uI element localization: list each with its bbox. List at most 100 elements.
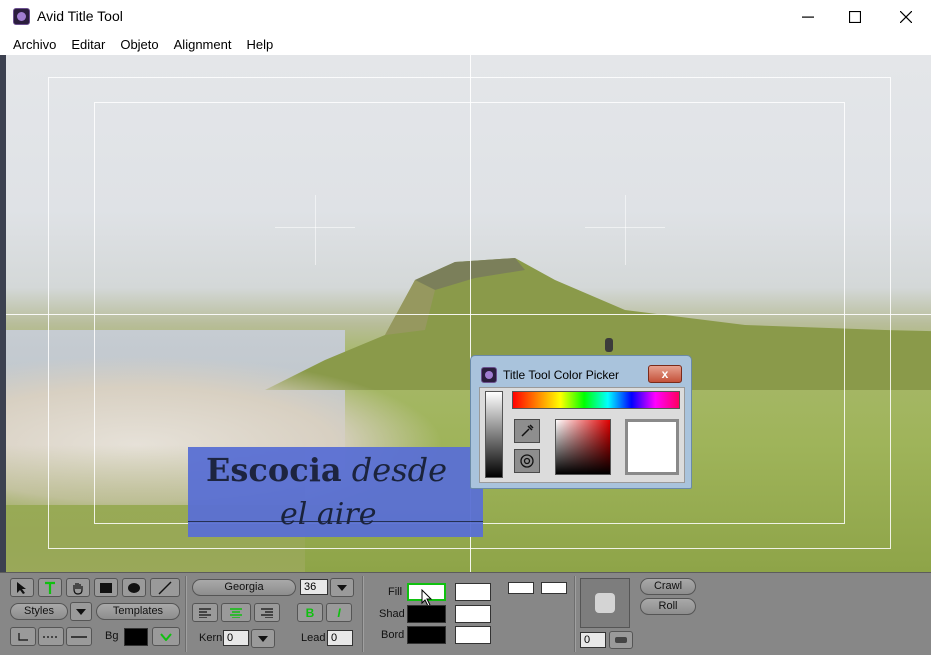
window-title: Avid Title Tool bbox=[37, 8, 123, 24]
color-wheel-button[interactable] bbox=[514, 449, 540, 473]
line-tool-button[interactable] bbox=[150, 578, 180, 597]
minimize-icon bbox=[802, 16, 814, 18]
bold-icon: B bbox=[305, 605, 315, 620]
saturation-value-picker[interactable] bbox=[555, 419, 611, 475]
target-icon bbox=[520, 454, 534, 468]
bg-label: Bg bbox=[105, 630, 119, 642]
selected-color-swatch bbox=[625, 419, 679, 475]
menu-objeto[interactable]: Objeto bbox=[115, 37, 163, 52]
hand-icon bbox=[73, 582, 83, 595]
border-transparency-swatch[interactable] bbox=[455, 626, 491, 644]
kern-label: Kern bbox=[199, 632, 223, 644]
rectangle-icon bbox=[100, 582, 112, 593]
hue-spectrum-bar[interactable] bbox=[512, 391, 680, 409]
align-left-icon bbox=[199, 607, 211, 618]
crosshair-guide-left-vertical bbox=[315, 195, 316, 265]
solid-line-button[interactable] bbox=[66, 627, 92, 646]
title-word-italic: desde bbox=[351, 451, 448, 489]
lead-field[interactable]: 0 bbox=[327, 630, 353, 646]
line-corner-button[interactable] bbox=[10, 627, 36, 646]
dotted-line-button[interactable] bbox=[38, 627, 64, 646]
templates-button[interactable]: Templates bbox=[96, 603, 180, 620]
styles-button[interactable]: Styles bbox=[10, 603, 68, 620]
title-line-1: Escocia desde bbox=[206, 451, 447, 489]
italic-button[interactable]: I bbox=[326, 603, 352, 622]
maximize-button[interactable] bbox=[832, 0, 878, 33]
kern-field[interactable]: 0 bbox=[223, 630, 249, 646]
ellipse-tool-button[interactable] bbox=[122, 578, 146, 597]
gradient-start-swatch[interactable] bbox=[508, 582, 534, 594]
close-button[interactable] bbox=[883, 0, 929, 33]
title-text-object[interactable]: Escocia desde el aire bbox=[188, 447, 483, 537]
corner-radius-field[interactable]: 0 bbox=[580, 632, 606, 648]
picker-app-icon bbox=[481, 367, 497, 383]
fill-label: Fill bbox=[388, 586, 403, 598]
bottom-toolbar: Styles Templates Bg Georgia 36 B I Kern … bbox=[0, 572, 931, 655]
align-left-button[interactable] bbox=[192, 603, 218, 622]
shadow-color-swatch[interactable] bbox=[407, 605, 446, 623]
menu-alignment[interactable]: Alignment bbox=[169, 37, 237, 52]
corner-preview[interactable] bbox=[580, 578, 630, 628]
styles-dropdown-button[interactable] bbox=[70, 602, 92, 621]
align-right-icon bbox=[261, 607, 273, 618]
title-line-2: el aire bbox=[280, 497, 377, 532]
menu-bar: Archivo Editar Objeto Alignment Help bbox=[0, 33, 931, 55]
background-color-swatch[interactable] bbox=[124, 628, 148, 646]
toolbar-separator bbox=[362, 576, 364, 652]
eyedropper-button[interactable] bbox=[514, 419, 540, 443]
shadow-label: Shad bbox=[379, 608, 405, 620]
kern-dropdown[interactable] bbox=[251, 629, 275, 648]
bg-dropdown-button[interactable] bbox=[152, 627, 180, 646]
select-tool-button[interactable] bbox=[10, 578, 34, 597]
italic-icon: I bbox=[337, 605, 341, 620]
crosshair-guide-right-vertical bbox=[625, 195, 626, 265]
border-label: Bord bbox=[381, 629, 405, 641]
grayscale-ramp[interactable] bbox=[485, 391, 503, 478]
dotted-line-icon bbox=[43, 635, 59, 638]
eyedropper-icon bbox=[521, 424, 534, 437]
minimize-button[interactable] bbox=[785, 0, 831, 33]
font-size-dropdown[interactable] bbox=[330, 578, 354, 597]
maximize-icon bbox=[849, 10, 861, 23]
avid-title-tool-window: Avid Title Tool Archivo Editar Objeto Al… bbox=[0, 0, 931, 655]
menu-help[interactable]: Help bbox=[241, 37, 278, 52]
color-picker-dialog[interactable]: Title Tool Color Picker x bbox=[470, 355, 692, 489]
text-tool-button[interactable] bbox=[38, 578, 62, 597]
roll-button[interactable]: Roll bbox=[640, 598, 696, 615]
corner-line-icon bbox=[18, 632, 28, 641]
corner-options-button[interactable] bbox=[609, 631, 633, 649]
menu-archivo[interactable]: Archivo bbox=[8, 37, 61, 52]
font-selector[interactable]: Georgia bbox=[192, 579, 296, 596]
fill-transparency-swatch[interactable] bbox=[455, 583, 491, 601]
horizontal-center-guide bbox=[5, 314, 931, 315]
gradient-end-swatch[interactable] bbox=[541, 582, 567, 594]
crawl-button[interactable]: Crawl bbox=[640, 578, 696, 595]
hand-tool-button[interactable] bbox=[66, 578, 90, 597]
font-size-field[interactable]: 36 bbox=[300, 579, 328, 595]
ellipse-icon bbox=[128, 582, 140, 593]
rectangle-tool-button[interactable] bbox=[94, 578, 118, 597]
solid-line-icon bbox=[71, 635, 87, 638]
chevron-down-icon bbox=[76, 608, 86, 615]
border-color-swatch[interactable] bbox=[407, 626, 446, 644]
corner-shape-icon bbox=[615, 637, 627, 643]
title-bar: Avid Title Tool bbox=[0, 0, 931, 33]
text-tool-icon bbox=[45, 581, 55, 594]
align-right-button[interactable] bbox=[254, 603, 280, 622]
left-edge-strip bbox=[0, 55, 6, 572]
chevron-down-icon bbox=[337, 584, 347, 591]
close-icon bbox=[900, 10, 912, 23]
app-icon bbox=[13, 8, 30, 25]
bold-button[interactable]: B bbox=[297, 603, 323, 622]
color-picker-close-button[interactable]: x bbox=[648, 365, 682, 383]
toolbar-separator bbox=[574, 576, 576, 652]
align-center-button[interactable] bbox=[221, 603, 251, 622]
lead-label: Lead bbox=[301, 632, 326, 644]
rounded-corner-icon bbox=[595, 593, 615, 613]
color-picker-body bbox=[479, 387, 685, 483]
background-person bbox=[605, 338, 613, 352]
menu-editar[interactable]: Editar bbox=[66, 37, 110, 52]
green-chevron-icon bbox=[160, 632, 172, 641]
shadow-transparency-swatch[interactable] bbox=[455, 605, 491, 623]
select-arrow-icon bbox=[17, 581, 26, 594]
